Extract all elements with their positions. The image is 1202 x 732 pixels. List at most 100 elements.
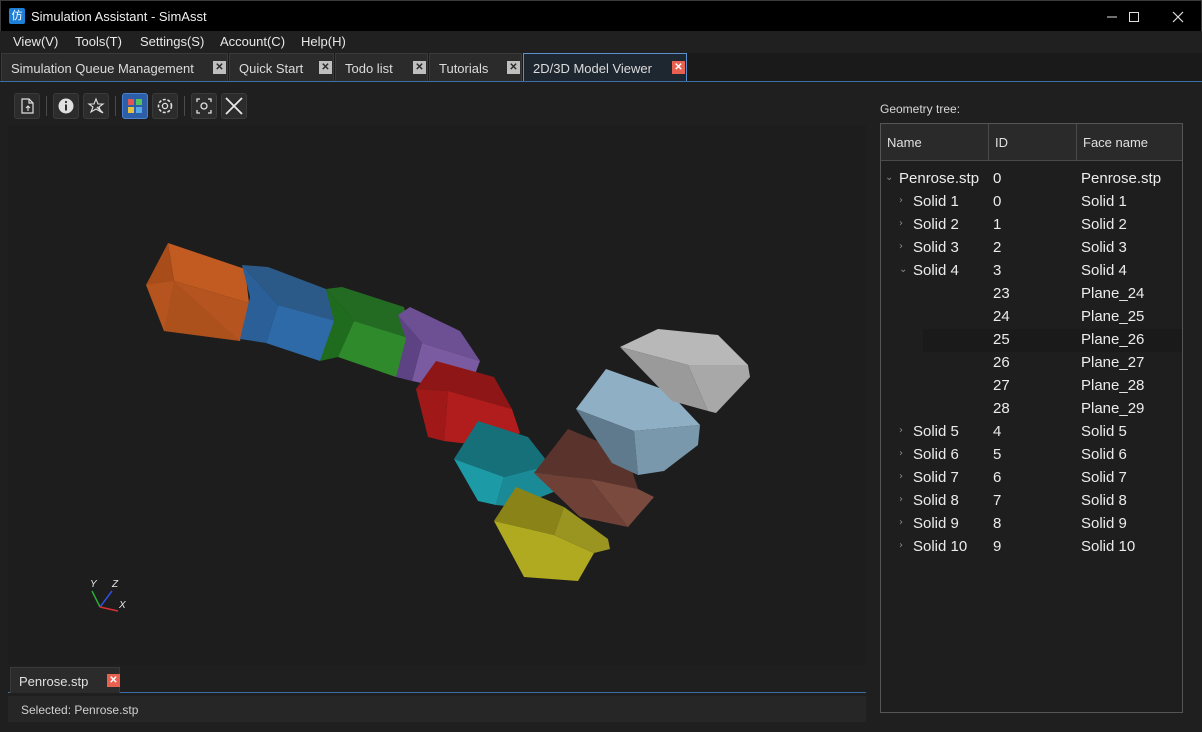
model-tab-bar: Penrose.stp ✕ xyxy=(8,667,866,693)
tree-cell-id: 28 xyxy=(993,400,1010,417)
model-viewer-panel: Y Z X Penrose.stp ✕ Selected: Penrose.st… xyxy=(0,82,1202,732)
chevron-right-icon[interactable]: › xyxy=(899,471,909,482)
tree-cell-face-name: Plane_25 xyxy=(1081,308,1145,325)
tree-cell-face-name: Solid 7 xyxy=(1081,469,1127,486)
tab-tutorials[interactable]: Tutorials ✕ xyxy=(429,53,522,81)
column-id[interactable]: ID xyxy=(989,124,1077,161)
magic-select-icon xyxy=(87,97,105,114)
model-render[interactable]: Y Z X xyxy=(8,125,866,665)
tree-cell-face-name: Solid 3 xyxy=(1081,239,1127,256)
solid-2[interactable] xyxy=(240,265,336,361)
tree-cell-id: 2 xyxy=(993,239,1002,256)
menu-tools[interactable]: Tools(T) xyxy=(75,34,122,49)
info-button[interactable] xyxy=(53,93,79,119)
tree-row[interactable]: › Solid 10 9 Solid 10 xyxy=(881,536,1182,559)
tree-cell-face-name: Solid 8 xyxy=(1081,492,1127,509)
tree-cell-face-name: Solid 9 xyxy=(1081,515,1127,532)
settings-button[interactable] xyxy=(152,93,178,119)
tree-row[interactable]: 27 Plane_28 xyxy=(881,375,1182,398)
tab-simulation-queue[interactable]: Simulation Queue Management ✕ xyxy=(1,53,228,81)
tab-todo-list[interactable]: Todo list ✕ xyxy=(335,53,428,81)
tree-cell-name: Solid 2 xyxy=(913,216,959,233)
close-model-button[interactable] xyxy=(221,93,247,119)
maximize-icon xyxy=(1129,11,1139,22)
tree-cell-face-name: Solid 4 xyxy=(1081,262,1127,279)
tree-row[interactable]: 24 Plane_25 xyxy=(881,306,1182,329)
solid-3[interactable] xyxy=(320,287,412,377)
tree-cell-face-name: Penrose.stp xyxy=(1081,170,1162,187)
chevron-down-icon[interactable]: ⌄ xyxy=(885,172,895,183)
menu-settings[interactable]: Settings(S) xyxy=(140,34,204,49)
tab-quick-start[interactable]: Quick Start ✕ xyxy=(229,53,334,81)
tree-cell-name: Solid 10 xyxy=(913,538,968,555)
tab-close-icon[interactable]: ✕ xyxy=(413,61,426,74)
tree-row[interactable]: 25 Plane_26 xyxy=(923,329,1182,352)
import-button[interactable] xyxy=(14,93,40,119)
solid-1[interactable] xyxy=(146,243,249,341)
model-tab-close-icon[interactable]: ✕ xyxy=(107,674,120,687)
tree-row[interactable]: › Solid 9 8 Solid 9 xyxy=(881,513,1182,536)
tree-cell-face-name: Solid 6 xyxy=(1081,446,1127,463)
chevron-right-icon[interactable]: › xyxy=(899,195,909,206)
chevron-down-icon[interactable]: ⌄ xyxy=(899,264,909,275)
tab-label: Todo list xyxy=(345,61,393,76)
tree-row[interactable]: 26 Plane_27 xyxy=(881,352,1182,375)
tree-row[interactable]: 28 Plane_29 xyxy=(881,398,1182,421)
tab-label: Simulation Queue Management xyxy=(11,61,194,76)
tab-close-icon[interactable]: ✕ xyxy=(213,61,226,74)
tree-row[interactable]: › Solid 7 6 Solid 7 xyxy=(881,467,1182,490)
tree-row[interactable]: 23 Plane_24 xyxy=(881,283,1182,306)
tree-cell-face-name: Plane_29 xyxy=(1081,400,1145,417)
tab-close-icon[interactable]: ✕ xyxy=(672,61,685,74)
tree-row[interactable]: › Solid 1 0 Solid 1 xyxy=(881,191,1182,214)
close-window-button[interactable] xyxy=(1156,1,1200,32)
menu-account[interactable]: Account(C) xyxy=(220,34,285,49)
menu-help[interactable]: Help(H) xyxy=(301,34,346,49)
tab-close-icon[interactable]: ✕ xyxy=(507,61,520,74)
tree-row[interactable]: › Solid 6 5 Solid 6 xyxy=(881,444,1182,467)
tree-cell-name: Solid 7 xyxy=(913,469,959,486)
chevron-right-icon[interactable]: › xyxy=(899,241,909,252)
maximize-button[interactable] xyxy=(1112,1,1156,32)
tree-cell-face-name: Plane_24 xyxy=(1081,285,1145,302)
tab-label: Tutorials xyxy=(439,61,489,76)
chevron-right-icon[interactable]: › xyxy=(899,448,909,459)
tree-row[interactable]: › Solid 5 4 Solid 5 xyxy=(881,421,1182,444)
toolbar-divider xyxy=(184,96,185,116)
tree-row[interactable]: ⌄ Solid 4 3 Solid 4 xyxy=(881,260,1182,283)
tree-header: Name ID Face name xyxy=(881,124,1182,161)
tree-row[interactable]: › Solid 8 7 Solid 8 xyxy=(881,490,1182,513)
tree-cell-face-name: Solid 1 xyxy=(1081,193,1127,210)
status-text: Selected: Penrose.stp xyxy=(21,703,139,717)
tab-label: Quick Start xyxy=(239,61,304,76)
model-tab-penrose[interactable]: Penrose.stp ✕ xyxy=(10,667,120,693)
column-face-name[interactable]: Face name xyxy=(1077,124,1182,161)
tree-cell-id: 5 xyxy=(993,446,1002,463)
column-name[interactable]: Name xyxy=(881,124,989,161)
tab-close-icon[interactable]: ✕ xyxy=(319,61,332,74)
chevron-right-icon[interactable]: › xyxy=(899,540,909,551)
tree-row[interactable]: › Solid 3 2 Solid 3 xyxy=(881,237,1182,260)
tree-row[interactable]: › Solid 2 1 Solid 2 xyxy=(881,214,1182,237)
chevron-right-icon[interactable]: › xyxy=(899,425,909,436)
3d-viewport[interactable]: Y Z X xyxy=(8,125,866,665)
color-mode-button[interactable] xyxy=(122,93,148,119)
tree-cell-id: 0 xyxy=(993,193,1002,210)
menu-view[interactable]: View(V) xyxy=(13,34,58,49)
menu-bar: View(V) Tools(T) Settings(S) Account(C) … xyxy=(0,31,1202,53)
magic-select-button[interactable] xyxy=(83,93,109,119)
tree-cell-id: 26 xyxy=(993,354,1010,371)
chevron-right-icon[interactable]: › xyxy=(899,517,909,528)
close-icon xyxy=(1172,11,1184,22)
tree-row[interactable]: ⌄ Penrose.stp 0 Penrose.stp xyxy=(881,168,1182,191)
chevron-right-icon[interactable]: › xyxy=(899,218,909,229)
screenshot-button[interactable] xyxy=(191,93,217,119)
toolbar-divider xyxy=(115,96,116,116)
tree-cell-id: 1 xyxy=(993,216,1002,233)
geometry-tree[interactable]: Name ID Face name ⌄ Penrose.stp 0 Penrose.s… xyxy=(880,123,1183,713)
axis-z-label: Z xyxy=(111,579,119,590)
chevron-right-icon[interactable]: › xyxy=(899,494,909,505)
close-model-icon xyxy=(225,97,243,115)
tree-cell-name: Solid 6 xyxy=(913,446,959,463)
tab-model-viewer[interactable]: 2D/3D Model Viewer ✕ xyxy=(523,53,687,81)
